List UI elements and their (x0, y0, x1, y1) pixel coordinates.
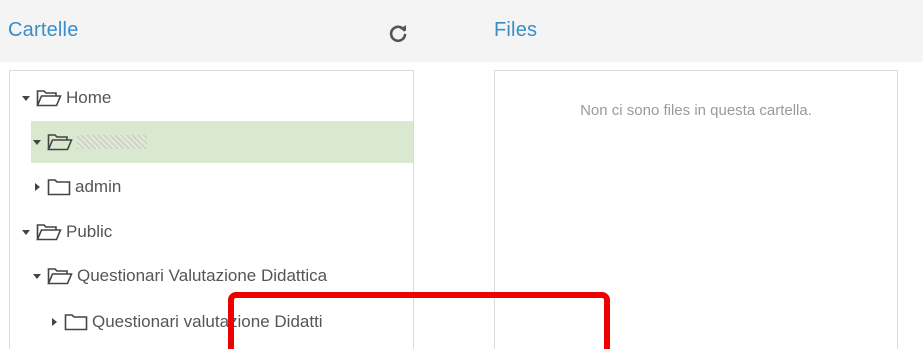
tree-item-label: Public (66, 222, 113, 241)
tree-item-label: Questionari valutazione Didatti (92, 312, 323, 331)
tree-item-public[interactable]: Public (20, 211, 410, 253)
folder-tree: Home admin Public Questionari Valutazion… (9, 70, 414, 349)
caret-down-icon (22, 96, 30, 101)
folders-panel-title: Cartelle (8, 19, 79, 41)
tree-item-user-folder[interactable] (31, 121, 413, 163)
folder-icon (47, 179, 71, 196)
folder-icon (64, 314, 88, 331)
empty-folder-message: Non ci sono files in questa cartella. (580, 102, 812, 119)
caret-down-icon (33, 140, 41, 145)
refresh-button[interactable] (387, 22, 409, 44)
header-band (0, 0, 923, 62)
folder-open-icon (36, 224, 62, 241)
tree-item-label: admin (75, 177, 122, 196)
files-panel: Non ci sono files in questa cartella. (494, 70, 898, 349)
caret-right-icon (52, 318, 57, 326)
tree-item-questionari-valutazione-didatti[interactable]: Questionari valutazione Didatti (48, 301, 413, 343)
tree-item-label: Home (66, 88, 112, 107)
file-browser: Cartelle Files Home admin Public Questio… (0, 0, 923, 349)
caret-down-icon (33, 274, 41, 279)
caret-down-icon (22, 230, 30, 235)
tree-item-label: Questionari Valutazione Didattica (77, 266, 328, 285)
folder-open-icon (47, 268, 73, 285)
tree-item-home[interactable]: Home (20, 77, 410, 119)
obscured-folder-name (77, 135, 147, 149)
files-panel-title: Files (494, 19, 538, 41)
folder-open-icon (36, 90, 62, 107)
caret-right-icon (35, 183, 40, 191)
tree-item-admin[interactable]: admin (31, 166, 411, 208)
tree-item-questionari-valutazione-didattica[interactable]: Questionari Valutazione Didattica (31, 255, 413, 297)
refresh-icon (389, 25, 407, 43)
folder-open-icon (47, 134, 73, 151)
